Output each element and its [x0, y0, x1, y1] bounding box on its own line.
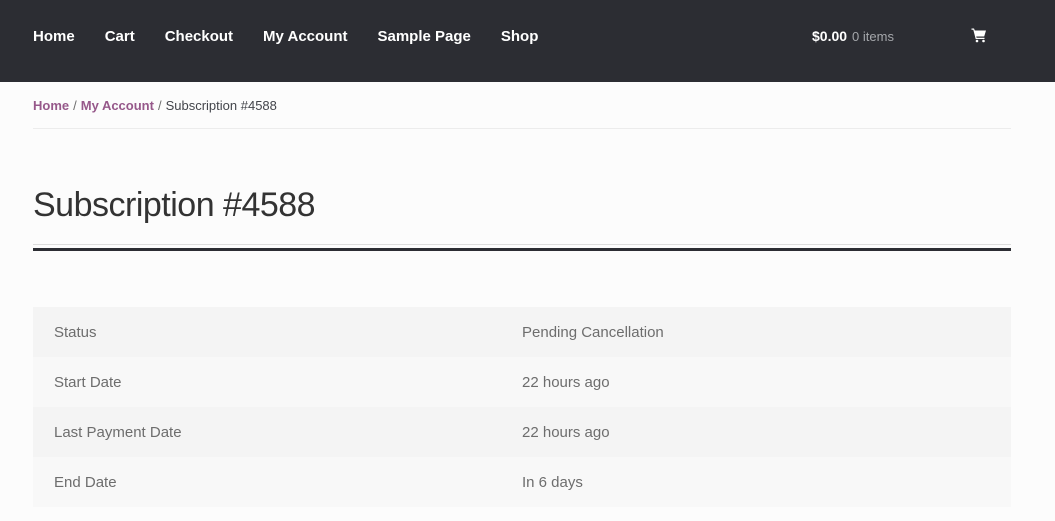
title-divider-thick [33, 248, 1011, 251]
nav-checkout[interactable]: Checkout [165, 28, 233, 45]
header-cart-link[interactable]: $0.00 0 items [812, 0, 894, 72]
cart-icon[interactable] [971, 27, 987, 43]
breadcrumb-home[interactable]: Home [33, 98, 69, 113]
row-value-start-date: 22 hours ago [522, 357, 1011, 407]
title-divider-thin [33, 244, 1011, 245]
table-row: Start Date 22 hours ago [33, 357, 1011, 407]
row-label-last-payment-date: Last Payment Date [33, 407, 522, 457]
subscription-details-table: Status Pending Cancellation Start Date 2… [33, 307, 1011, 507]
breadcrumb-divider [33, 128, 1011, 129]
row-label-start-date: Start Date [33, 357, 522, 407]
breadcrumb-separator: / [73, 98, 77, 113]
page-title: Subscription #4588 [33, 186, 316, 224]
nav-sample-page[interactable]: Sample Page [378, 28, 471, 45]
row-value-status: Pending Cancellation [522, 307, 1011, 357]
nav-home[interactable]: Home [33, 28, 75, 45]
primary-navigation: Home Cart Checkout My Account Sample Pag… [33, 0, 568, 72]
row-label-status: Status [33, 307, 522, 357]
nav-shop[interactable]: Shop [501, 28, 539, 45]
breadcrumb-separator: / [157, 98, 162, 113]
table-row: Last Payment Date 22 hours ago [33, 407, 1011, 457]
row-value-last-payment-date: 22 hours ago [522, 407, 1011, 457]
breadcrumb-my-account[interactable]: My Account [81, 98, 154, 113]
nav-cart[interactable]: Cart [105, 28, 135, 45]
row-label-end-date: End Date [33, 457, 522, 507]
breadcrumb: Home / My Account / Subscription #4588 [33, 98, 277, 113]
row-value-end-date: In 6 days [522, 457, 1011, 507]
site-header: Home Cart Checkout My Account Sample Pag… [0, 0, 1055, 82]
cart-total: $0.00 [812, 28, 848, 44]
breadcrumb-current: Subscription #4588 [165, 98, 277, 113]
cart-item-count: 0 items [852, 28, 894, 44]
nav-my-account[interactable]: My Account [263, 28, 347, 45]
table-row: Status Pending Cancellation [33, 307, 1011, 357]
table-row: End Date In 6 days [33, 457, 1011, 507]
